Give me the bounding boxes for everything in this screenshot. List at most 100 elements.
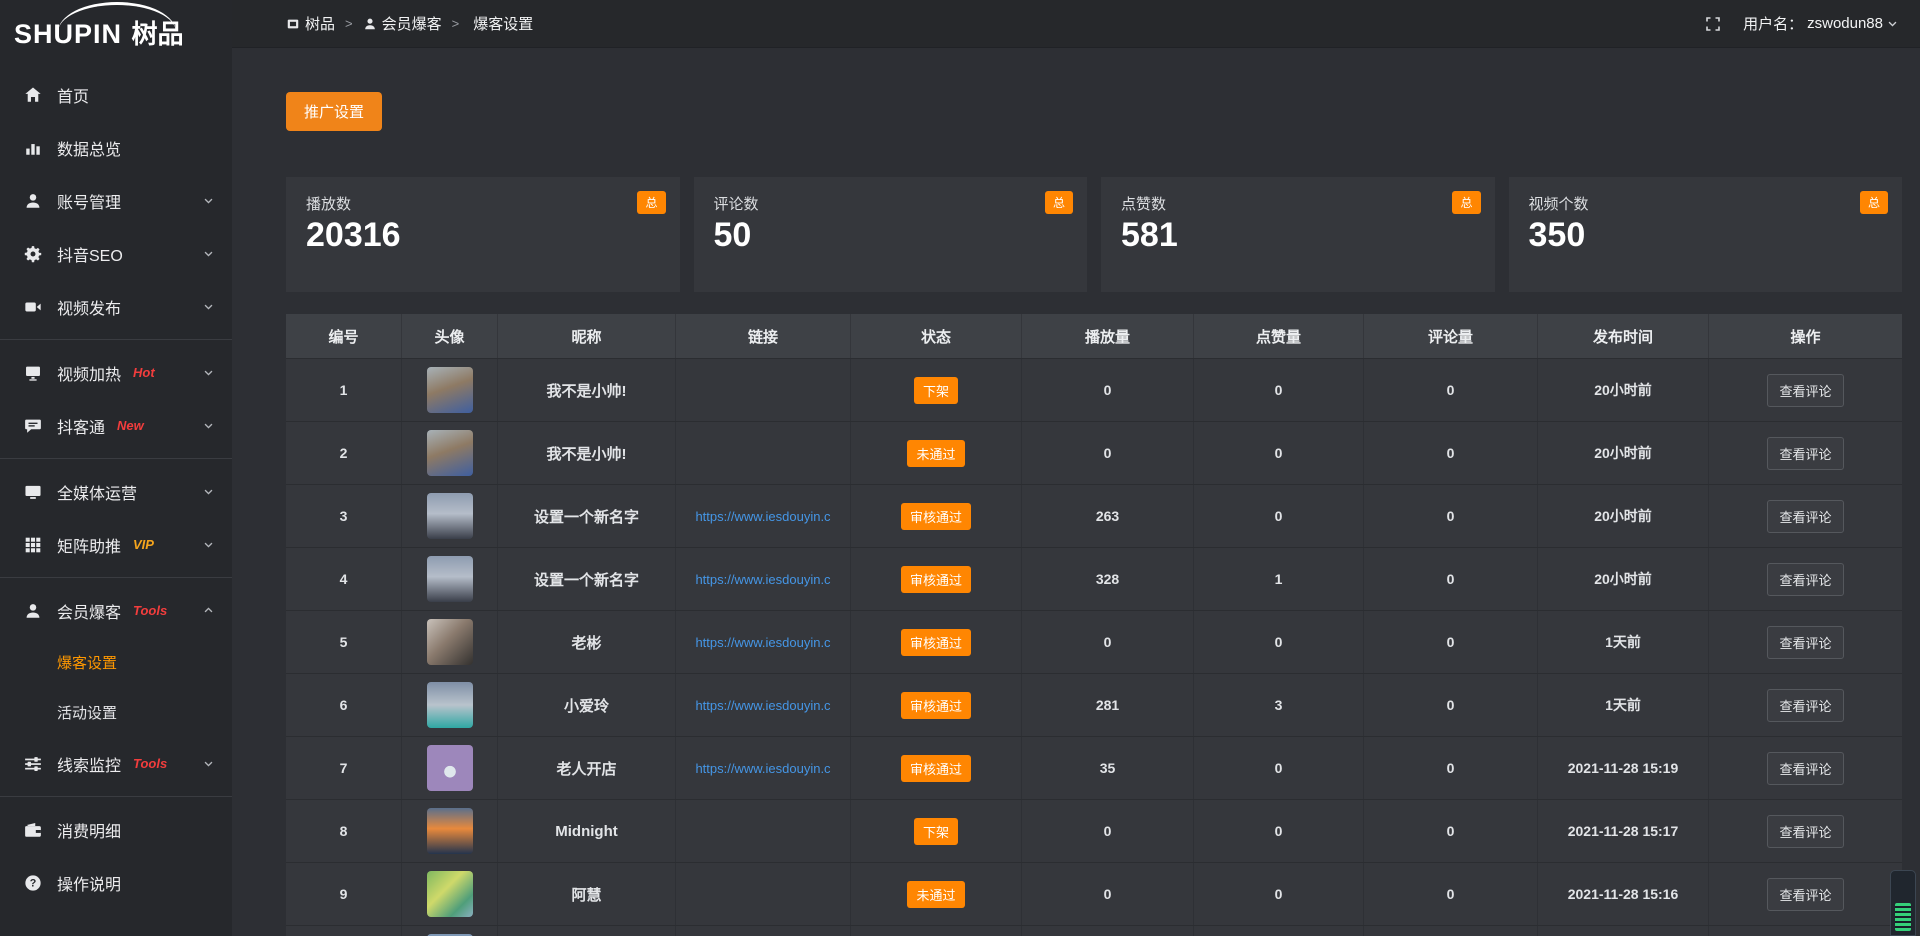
breadcrumb-section[interactable]: 会员爆客 [363,13,442,34]
chevron-down-icon [203,248,214,259]
sidebar-item-全媒体运营[interactable]: 全媒体运营 [0,465,232,518]
topbar: 树品 > 会员爆客 > 爆客设置 用户名： zswodun88 [232,0,1920,48]
avatar [427,367,473,413]
sidebar-item-tag: Tools [133,603,167,618]
app-logo[interactable]: SHUPIN 树品 [0,0,232,62]
view-comments-button[interactable]: 查看评论 [1767,815,1843,848]
cell-comments: 0 [1364,422,1538,484]
app-square-icon [286,17,300,31]
sidebar-subitem-label: 爆客设置 [57,652,117,673]
cell-nickname: 老人开店 [498,737,676,799]
cell-likes: 0 [1194,737,1364,799]
sidebar-item-视频加热[interactable]: 视频加热 Hot [0,346,232,399]
stat-card-total-badge: 总 [1452,191,1480,214]
cell-plays: 328 [1022,548,1194,610]
cell-likes: 0 [1194,800,1364,862]
status-badge: 审核通过 [901,692,971,719]
chevron-up-icon [203,605,214,616]
gear-icon [24,245,42,263]
status-badge: 审核通过 [901,629,971,656]
breadcrumb-root[interactable]: 树品 [286,13,335,34]
sidebar-item-label: 视频发布 [57,295,121,319]
cell-plays: 0 [1022,800,1194,862]
promo-settings-button[interactable]: 推广设置 [286,92,382,131]
avatar [427,745,473,791]
view-comments-button[interactable]: 查看评论 [1767,752,1843,785]
breadcrumb-separator: > [345,16,353,31]
cell-number: 9 [286,863,402,925]
table-row: 3 设置一个新名字 https://www.iesdouyin.c 审核通过 2… [286,484,1902,547]
status-badge: 未通过 [907,881,964,908]
column-header-发布时间: 发布时间 [1538,314,1709,358]
sidebar-subitem-活动设置[interactable]: 活动设置 [0,687,232,737]
breadcrumb-separator: > [452,16,460,31]
column-header-链接: 链接 [676,314,851,358]
cell-comments: 0 [1364,485,1538,547]
avatar [427,682,473,728]
video-link[interactable]: https://www.iesdouyin.c [695,635,830,650]
chevron-down-icon [203,301,214,312]
username-prefix: 用户名： [1743,13,1803,34]
video-link[interactable]: https://www.iesdouyin.c [695,572,830,587]
cell-publish-time: 1天前 [1538,611,1709,673]
sidebar-item-线索监控[interactable]: 线索监控 Tools [0,737,232,790]
sidebar-item-数据总览[interactable]: 数据总览 [0,121,232,174]
video-link[interactable]: https://www.iesdouyin.c [695,698,830,713]
video-link[interactable]: https://www.iesdouyin.c [695,509,830,524]
status-badge: 审核通过 [901,503,971,530]
cell-number: 3 [286,485,402,547]
cell-number: 6 [286,674,402,736]
view-comments-button[interactable]: 查看评论 [1767,878,1843,911]
chevron-down-icon [1887,18,1898,29]
cell-nickname: 设置一个新名字 [498,485,676,547]
sidebar-item-label: 数据总览 [57,136,121,160]
logo-arc-decoration [58,2,176,32]
sidebar-item-抖客通[interactable]: 抖客通 New [0,399,232,452]
cell-publish-time: 20小时前 [1538,422,1709,484]
grid-icon [24,536,42,554]
sidebar-item-label: 全媒体运营 [57,480,137,504]
sidebar-item-会员爆客[interactable]: 会员爆客 Tools [0,584,232,637]
view-comments-button[interactable]: 查看评论 [1767,689,1843,722]
scrollbar-widget[interactable] [1890,870,1916,936]
sidebar-item-抖音SEO[interactable]: 抖音SEO [0,227,232,280]
sidebar-item-矩阵助推[interactable]: 矩阵助推 VIP [0,518,232,571]
sidebar-item-消费明细[interactable]: 消费明细 [0,803,232,856]
view-comments-button[interactable]: 查看评论 [1767,500,1843,533]
wallet-icon [24,821,42,839]
stat-card: 视频个数 350 总 [1509,177,1903,292]
cell-publish-time: 20小时前 [1538,485,1709,547]
user-menu[interactable]: 用户名： zswodun88 [1743,13,1898,34]
sidebar-item-label: 会员爆客 [57,599,121,623]
cell-number: 7 [286,737,402,799]
view-comments-button[interactable]: 查看评论 [1767,437,1843,470]
screen-icon [24,364,42,382]
table-row: 9 阿慧 未通过 0 0 0 2021-11-28 15:16 查看评论 [286,862,1902,925]
cell-publish-time: 20小时前 [1538,548,1709,610]
stat-card-value: 50 [714,216,1068,255]
sidebar-subitem-爆客设置[interactable]: 爆客设置 [0,637,232,687]
view-comments-button[interactable]: 查看评论 [1767,563,1843,596]
video-link[interactable]: https://www.iesdouyin.c [695,761,830,776]
view-comments-button[interactable]: 查看评论 [1767,626,1843,659]
avatar [427,808,473,854]
cell-number: 1 [286,359,402,421]
cell-comments [1364,926,1538,936]
sidebar-item-首页[interactable]: 首页 [0,68,232,121]
user-icon [24,192,42,210]
cell-likes: 0 [1194,359,1364,421]
sidebar-item-视频发布[interactable]: 视频发布 [0,280,232,333]
fullscreen-icon[interactable] [1705,16,1721,32]
view-comments-button[interactable]: 查看评论 [1767,374,1843,407]
sidebar-item-账号管理[interactable]: 账号管理 [0,174,232,227]
chevron-down-icon [203,420,214,431]
sliders-icon [24,755,42,773]
stat-card-label: 评论数 [714,193,1068,214]
breadcrumb-current-label: 爆客设置 [473,13,533,34]
stat-card-value: 350 [1529,216,1883,255]
sidebar-item-操作说明[interactable]: ? 操作说明 [0,856,232,909]
topbar-right: 用户名： zswodun88 [1705,13,1898,34]
sidebar-item-label: 抖客通 [57,414,105,438]
cell-comments: 0 [1364,611,1538,673]
cell-publish-time: 1天前 [1538,674,1709,736]
